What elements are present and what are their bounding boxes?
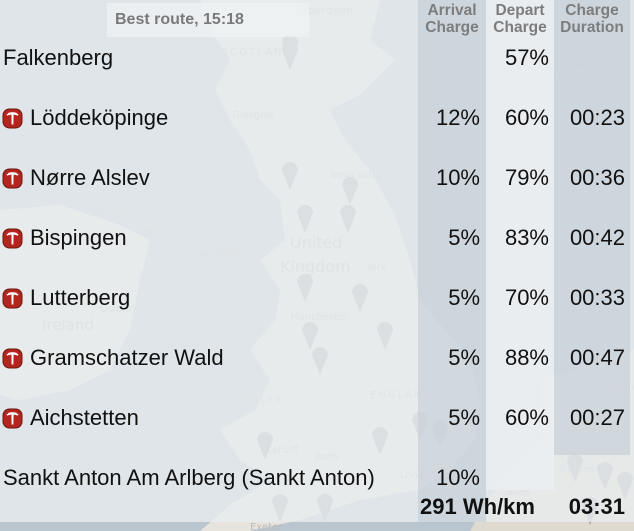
route-stop-row[interactable]: Nørre Alslev 10% 79% 00:36 — [0, 163, 634, 193]
stop-depart-charge: 79% — [504, 165, 549, 190]
stop-depart-charge: 60% — [504, 105, 549, 130]
supercharger-icon — [2, 288, 23, 309]
stop-charge-duration: 00:47 — [569, 345, 625, 370]
supercharger-icon — [2, 108, 23, 129]
stop-arrival-charge: 10% — [435, 165, 480, 190]
stop-name: Nørre Alslev — [30, 165, 150, 190]
route-title: Best route, 15:18 — [115, 11, 244, 28]
stop-charge-duration: 00:27 — [569, 405, 625, 430]
stop-charge-duration: 00:33 — [569, 285, 625, 310]
route-destination-row[interactable]: Sankt Anton Am Arlberg (Sankt Anton) 10% — [0, 463, 634, 493]
stop-depart-charge: 88% — [504, 345, 549, 370]
stop-depart-charge: 60% — [504, 405, 549, 430]
supercharger-icon — [2, 408, 23, 429]
header-line: Depart — [495, 2, 545, 19]
stop-charge-duration: 00:36 — [569, 165, 625, 190]
stop-name: Lutterberg — [30, 285, 131, 310]
header-line: Charge — [565, 2, 619, 19]
stop-depart-charge: 70% — [504, 285, 549, 310]
header-line: Charge — [493, 19, 547, 36]
map-label: Exeter — [250, 522, 283, 531]
stop-arrival-charge: 5% — [448, 405, 480, 430]
supercharger-icon — [2, 168, 23, 189]
supercharger-icon — [2, 228, 23, 249]
stop-arrival-charge: 12% — [435, 105, 480, 130]
origin-name: Falkenberg — [3, 45, 114, 70]
header-line: Charge — [425, 19, 479, 36]
stop-arrival-charge: 5% — [448, 225, 480, 250]
supercharger-icon — [2, 348, 23, 369]
route-stop-row[interactable]: Aichstetten 5% 60% 00:27 — [0, 403, 634, 433]
route-stop-row[interactable]: Gramschatzer Wald 5% 88% 00:47 — [0, 343, 634, 373]
column-header-charge-duration: Charge Duration — [554, 2, 630, 36]
column-header-arrival-charge: Arrival Charge — [418, 2, 486, 36]
stop-name: Bispingen — [30, 225, 127, 250]
total-charge-duration: 03:31 — [568, 494, 625, 519]
arrival-column-bg — [418, 0, 486, 522]
stop-depart-charge: 83% — [504, 225, 549, 250]
route-stop-row[interactable]: Bispingen 5% 83% 00:42 — [0, 223, 634, 253]
stop-charge-duration: 00:23 — [569, 105, 625, 130]
stop-arrival-charge: 5% — [448, 345, 480, 370]
route-stop-row[interactable]: Löddeköpinge 12% 60% 00:23 — [0, 103, 634, 133]
stop-name: Löddeköpinge — [30, 105, 169, 130]
column-header-depart-charge: Depart Charge — [486, 2, 554, 36]
destination-arrival-charge: 10% — [435, 465, 480, 490]
route-origin-row[interactable]: Falkenberg 57% — [0, 43, 634, 73]
route-stop-row[interactable]: Lutterberg 5% 70% 00:33 — [0, 283, 634, 313]
total-energy-consumption: 291 Wh/km — [420, 494, 535, 519]
stop-charge-duration: 00:42 — [569, 225, 625, 250]
header-line: Duration — [560, 19, 624, 36]
origin-depart-charge: 57% — [504, 45, 549, 70]
stop-name: Aichstetten — [30, 405, 139, 430]
destination-name: Sankt Anton Am Arlberg (Sankt Anton) — [3, 465, 375, 490]
header-line: Arrival — [427, 2, 477, 19]
stop-arrival-charge: 5% — [448, 285, 480, 310]
stop-name: Gramschatzer Wald — [30, 345, 224, 370]
